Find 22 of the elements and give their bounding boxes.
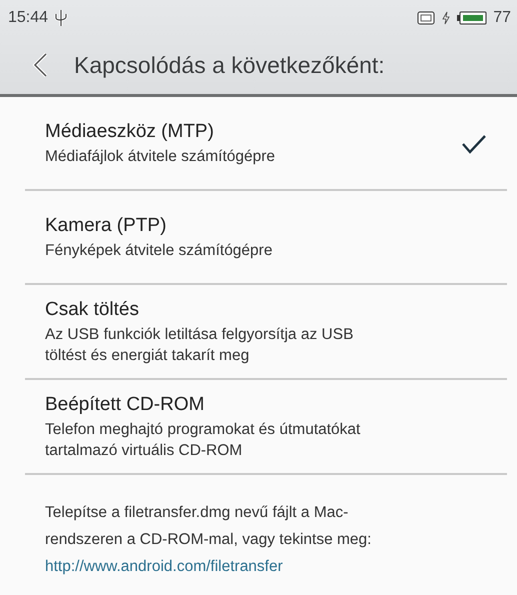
charging-icon <box>441 11 452 25</box>
option-title: Beépített CD-ROM <box>45 394 206 416</box>
battery-percent: 77 <box>493 9 511 27</box>
option-description: Fényképek átvitele számítógépre <box>45 241 274 261</box>
option-title: Kamera (PTP) <box>45 215 168 237</box>
option-title: Médiaeszköz (MTP) <box>45 121 215 143</box>
option-row[interactable]: Médiaeszköz (MTP) Médiafájlok átvitele számítógépre <box>25 97 507 191</box>
screen-icon <box>417 11 436 25</box>
option-row[interactable]: Csak töltés Az USB funkciók letiltása felgyorsítja az USB töltést és energiát takarít meg <box>25 285 507 380</box>
option-row[interactable]: Kamera (PTP) Fényképek átvitele számítógépre <box>25 191 507 285</box>
back-button[interactable] <box>32 52 48 78</box>
option-description: Telefon meghajtó programokat és útmutatókat tartalmazó virtuális CD-ROM <box>45 420 362 461</box>
option-description: Az USB funkciók letiltása felgyorsítja az USB töltést és energiát takarít meg <box>45 325 354 366</box>
status-time: 15:44 <box>8 9 48 27</box>
instruction-text: Telepítse a filetransfer.dmg nevű fájlt a Mac-rendszeren a CD-ROM-mal, vagy tekintse meg: <box>45 503 372 550</box>
option-row[interactable]: Beépített CD-ROM Telefon meghajtó programokat és útmutatókat tartalmazó virtuális CD-ROM <box>25 380 507 475</box>
usb-icon <box>54 9 68 27</box>
page-title: Kapcsolódás a következőként: <box>74 52 385 78</box>
option-title: Csak töltés <box>45 299 140 321</box>
battery-icon <box>457 11 488 25</box>
option-description: Médiafájlok átvitele számítógépre <box>45 147 276 167</box>
filetransfer-link[interactable]: http://www.android.com/filetransfer <box>45 553 283 580</box>
